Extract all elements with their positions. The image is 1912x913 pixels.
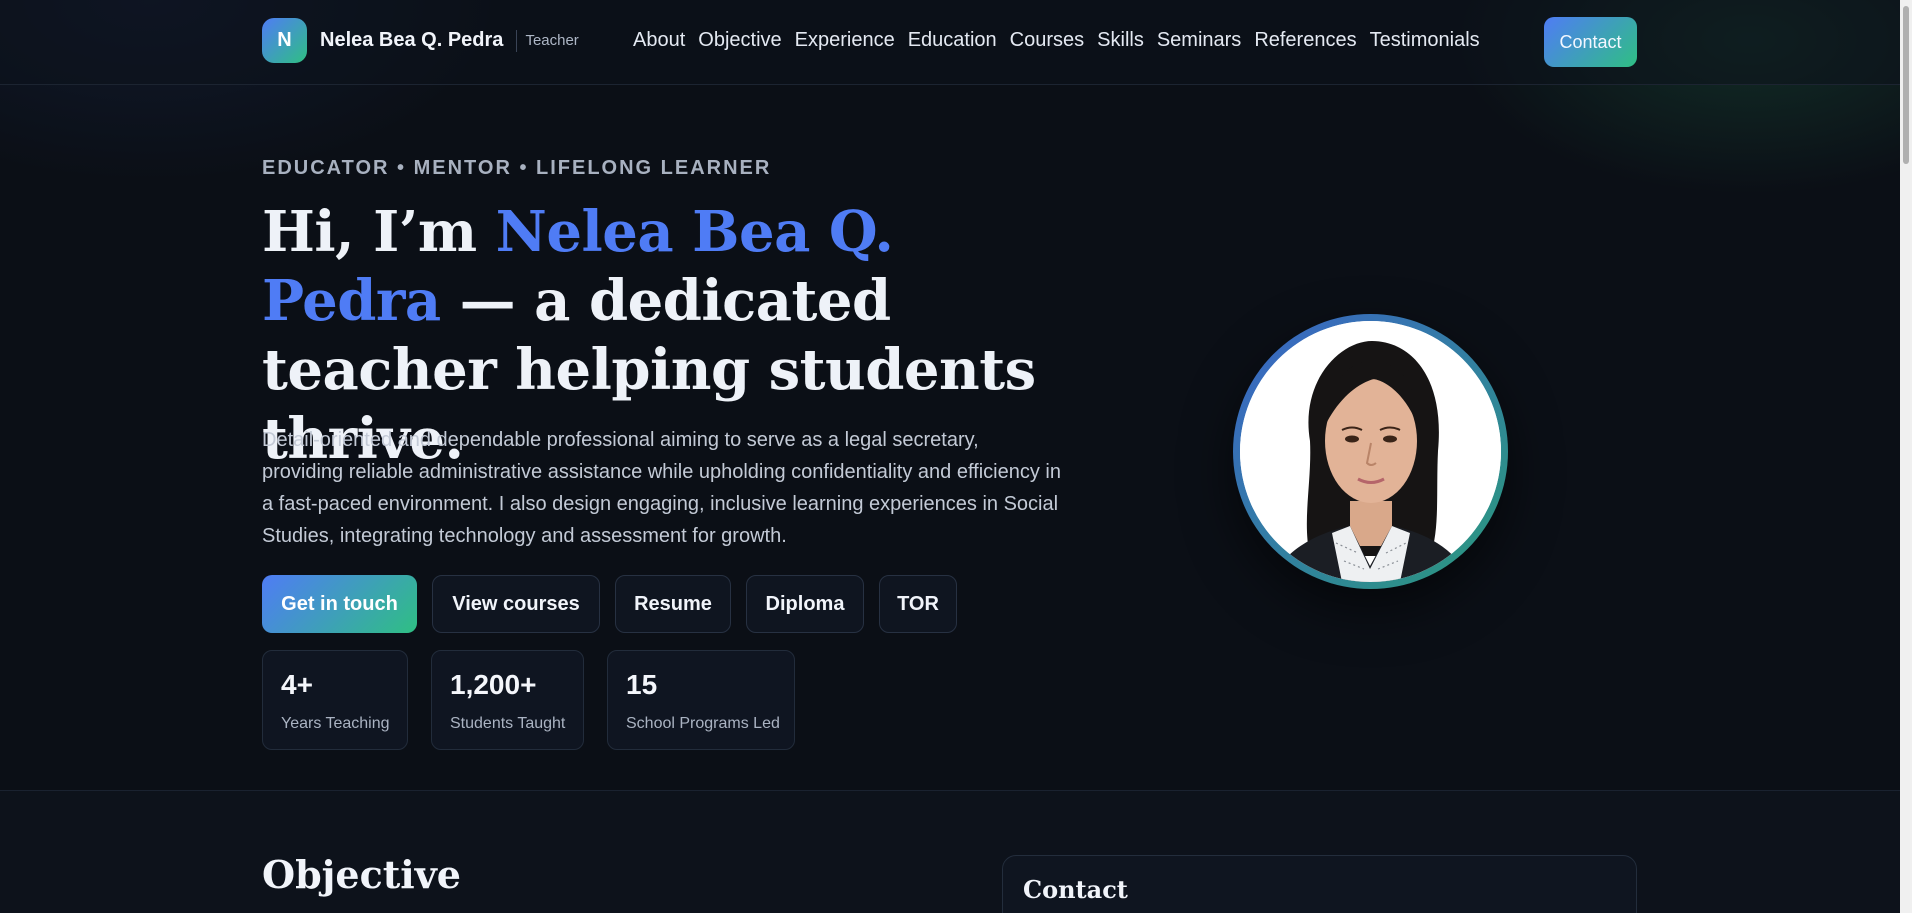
hero-stats: 4+ Years Teaching 1,200+ Students Taught… bbox=[262, 650, 818, 750]
nav-link-seminars[interactable]: Seminars bbox=[1157, 29, 1241, 52]
top-navbar: N Nelea Bea Q. Pedra Teacher About Objec… bbox=[0, 0, 1900, 85]
nav-link-references[interactable]: References bbox=[1254, 29, 1356, 52]
page-scrollbar[interactable] bbox=[1900, 0, 1912, 913]
headline-greeting: Hi, I’m bbox=[262, 199, 496, 265]
stat-card: 4+ Years Teaching bbox=[262, 650, 408, 750]
hero-cta-row: Get in touch View courses Resume Diploma… bbox=[262, 575, 972, 633]
stat-value: 4+ bbox=[281, 669, 313, 700]
profile-photo bbox=[1240, 321, 1501, 582]
brand-logo[interactable]: N bbox=[262, 18, 307, 63]
nav-link-about[interactable]: About bbox=[633, 29, 685, 52]
portrait-illustration bbox=[1240, 321, 1501, 582]
get-in-touch-button[interactable]: Get in touch bbox=[262, 575, 417, 633]
nav-link-testimonials[interactable]: Testimonials bbox=[1370, 29, 1480, 52]
hero-intro: Detail-oriented and dependable professio… bbox=[262, 429, 1061, 547]
stat-value: 1,200+ bbox=[450, 669, 537, 700]
stat-label: Years Teaching bbox=[281, 715, 390, 732]
view-courses-button[interactable]: View courses bbox=[432, 575, 600, 633]
diploma-button[interactable]: Diploma bbox=[746, 575, 864, 633]
profile-avatar bbox=[1233, 314, 1508, 589]
objective-heading: Objective bbox=[262, 852, 461, 897]
hero-eyebrow: EDUCATOR • MENTOR • LIFELONG LEARNER bbox=[262, 157, 772, 179]
tor-button[interactable]: TOR bbox=[879, 575, 957, 633]
nav-links: About Objective Experience Education Cou… bbox=[633, 29, 1493, 52]
contact-card: Contact bbox=[1002, 855, 1637, 913]
contact-card-heading: Contact bbox=[1023, 875, 1128, 904]
brand-divider bbox=[516, 29, 518, 52]
stat-card: 1,200+ Students Taught bbox=[431, 650, 584, 750]
nav-link-skills[interactable]: Skills bbox=[1097, 29, 1144, 52]
brand[interactable]: N Nelea Bea Q. Pedra Teacher bbox=[262, 18, 579, 63]
stat-card: 15 School Programs Led bbox=[607, 650, 795, 750]
nav-link-courses[interactable]: Courses bbox=[1010, 29, 1084, 52]
resume-button[interactable]: Resume bbox=[615, 575, 731, 633]
nav-link-objective[interactable]: Objective bbox=[698, 29, 781, 52]
brand-role: Teacher bbox=[525, 32, 579, 49]
nav-link-experience[interactable]: Experience bbox=[795, 29, 895, 52]
nav-link-education[interactable]: Education bbox=[908, 29, 997, 52]
stat-value: 15 bbox=[626, 669, 658, 700]
stat-label: Students Taught bbox=[450, 715, 566, 732]
scrollbar-thumb[interactable] bbox=[1903, 6, 1909, 164]
brand-name[interactable]: Nelea Bea Q. Pedra bbox=[320, 29, 503, 52]
stat-label: School Programs Led bbox=[626, 715, 780, 732]
nav-contact-button[interactable]: Contact bbox=[1544, 17, 1637, 67]
